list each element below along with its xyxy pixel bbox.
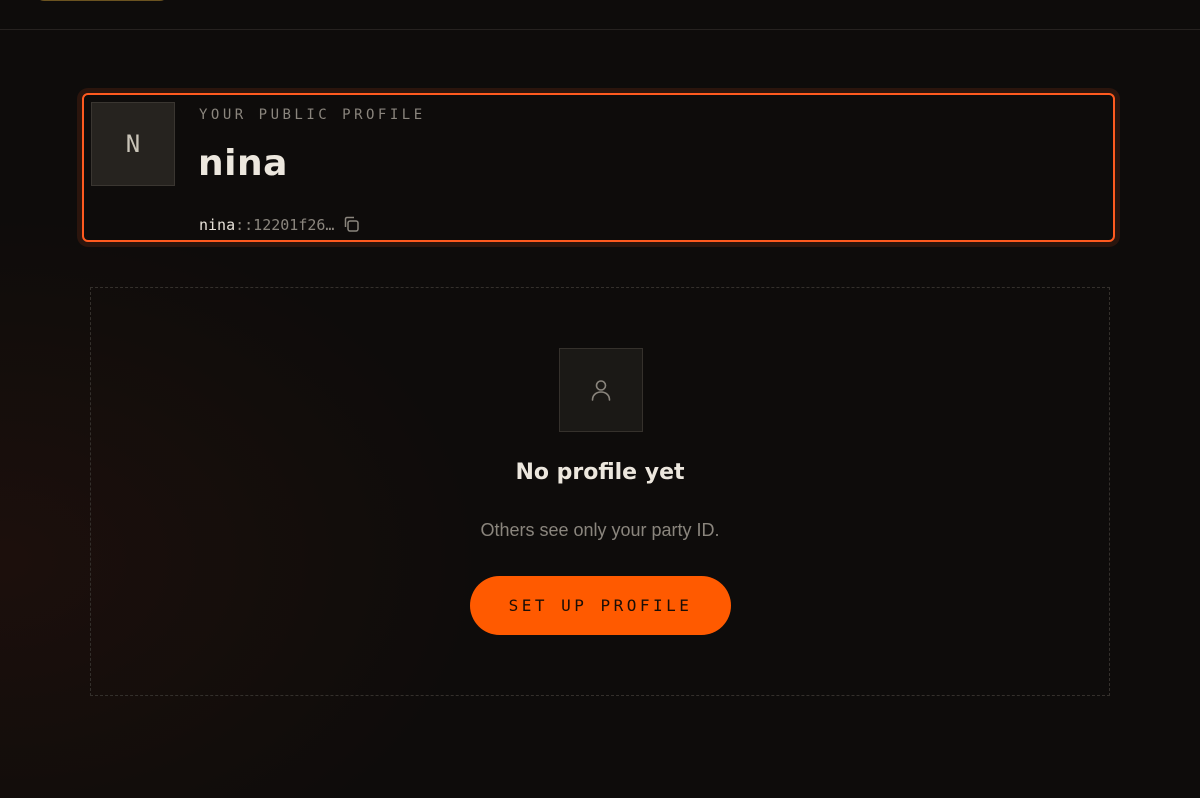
empty-state-title: No profile yet: [515, 460, 685, 485]
party-id: nina::12201f26…: [199, 215, 362, 235]
empty-state-description: Others see only your party ID.: [480, 520, 720, 540]
user-icon: [559, 348, 643, 432]
party-id-suffix: ::12201f26…: [235, 216, 335, 234]
top-bar: [0, 0, 1200, 30]
top-bar-pill[interactable]: [36, 0, 168, 1]
copy-icon[interactable]: [340, 213, 362, 235]
public-profile-card: N YOUR PUBLIC PROFILE nina nina::12201f2…: [82, 93, 1115, 242]
avatar-initial: N: [125, 130, 141, 158]
empty-profile-state: No profile yet Others see only your part…: [90, 287, 1110, 696]
set-up-profile-button[interactable]: SET UP PROFILE: [470, 576, 731, 635]
profile-name: nina: [198, 143, 288, 184]
profile-eyebrow-label: YOUR PUBLIC PROFILE: [199, 107, 426, 123]
avatar: N: [91, 102, 175, 186]
party-id-prefix: nina: [199, 216, 236, 234]
